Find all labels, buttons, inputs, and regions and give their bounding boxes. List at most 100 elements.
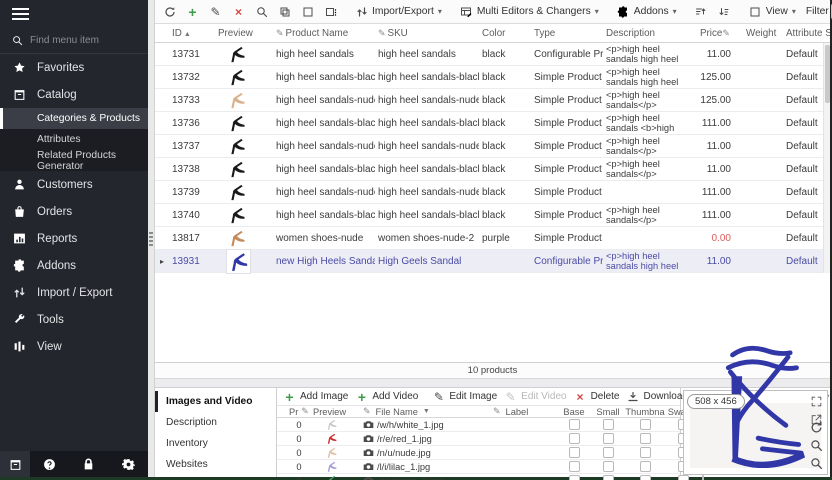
column-header-preview[interactable]: Preview <box>311 407 361 417</box>
image-row[interactable]: ▸ 0 /g/r/green_2.jpg <box>277 474 680 480</box>
product-row[interactable]: ▸ 13740 high heel sandals-black-38 high … <box>155 204 830 227</box>
image-row[interactable]: ▸ 0 /n/u/nude.jpg <box>277 446 680 460</box>
base-checkbox[interactable] <box>569 475 580 480</box>
sidebar-item-favorites[interactable]: Favorites <box>0 54 148 81</box>
base-checkbox[interactable] <box>569 461 580 472</box>
column-header-position[interactable]: Pr✎ <box>287 406 311 417</box>
select-options-button[interactable] <box>320 3 341 20</box>
select-button[interactable] <box>297 3 318 20</box>
rotate-button[interactable] <box>810 421 823 434</box>
sidebar-item-categories-products[interactable]: Categories & Products <box>0 108 148 129</box>
refresh-button[interactable] <box>159 3 180 20</box>
detail-tab[interactable]: Description <box>155 412 276 433</box>
view-menu[interactable]: View ▾ <box>745 3 800 20</box>
thumbnail-checkbox[interactable] <box>640 461 651 472</box>
detail-tab[interactable]: Inventory <box>155 433 276 454</box>
product-row[interactable]: ▸ 13736 high heel sandals-black-36 high … <box>155 112 830 135</box>
small-checkbox[interactable] <box>603 433 614 444</box>
detail-tab[interactable]: Images and Video <box>155 391 276 412</box>
column-header-description[interactable]: Description <box>603 28 697 39</box>
column-header-label[interactable]: ✎Label <box>491 406 557 417</box>
product-row[interactable]: ▸ 13738 high heel sandals-black-37 high … <box>155 158 830 181</box>
column-header-thumbnail[interactable]: Thumbna <box>625 407 665 417</box>
product-row[interactable]: ▸ 13732 high heel sandals-black high hee… <box>155 66 830 89</box>
sidebar-item-addons[interactable]: Addons <box>0 252 148 279</box>
zoom-out-button[interactable] <box>810 457 823 470</box>
grid-scrollbar[interactable] <box>823 43 830 273</box>
column-header-color[interactable]: Color <box>479 28 531 39</box>
column-header-attribute-set[interactable]: Attribute Set Name <box>783 28 830 39</box>
sidebar-item-tools[interactable]: Tools <box>0 306 148 333</box>
small-checkbox[interactable] <box>603 475 614 480</box>
detail-tab[interactable]: Categories <box>155 475 276 480</box>
add-product-button[interactable]: + <box>182 3 203 20</box>
sidebar-item-customers[interactable]: Customers <box>0 171 148 198</box>
base-checkbox[interactable] <box>569 433 580 444</box>
sidebar-item-import-export[interactable]: Import / Export <box>0 279 148 306</box>
multi-editors-menu[interactable]: Multi Editors & Changers ▾ <box>456 3 603 20</box>
fullscreen-button[interactable] <box>810 395 823 408</box>
duplicate-button[interactable] <box>274 3 295 20</box>
sidebar-item-reports[interactable]: Reports <box>0 225 148 252</box>
thumbnail-checkbox[interactable] <box>640 433 651 444</box>
base-checkbox[interactable] <box>569 447 580 458</box>
sort-az-button[interactable] <box>691 3 712 20</box>
base-checkbox[interactable] <box>569 419 580 430</box>
sidebar-item-related-products-generator[interactable]: Related Products Generator <box>0 150 148 171</box>
copy-icon <box>278 5 291 18</box>
addons-menu[interactable]: Addons ▾ <box>613 3 681 20</box>
zoom-in-button[interactable] <box>810 439 823 452</box>
product-row[interactable]: ▸ 13931 new High Heels Sandals High Geel… <box>155 250 830 273</box>
sidebar-item-view[interactable]: View <box>0 333 148 360</box>
sidebar-item-attributes[interactable]: Attributes <box>0 129 148 150</box>
hamburger-menu-button[interactable] <box>0 0 148 28</box>
column-header-id[interactable]: ID▲ <box>169 28 215 39</box>
column-header-small[interactable]: Small <box>591 407 625 417</box>
column-header-file-name[interactable]: ✎File Name▼ <box>361 406 491 417</box>
import-export-menu[interactable]: Import/Export ▾ <box>351 3 446 20</box>
product-row[interactable]: ▸ 13739 high heel sandals-nude-37 high h… <box>155 181 830 204</box>
edit-video-button[interactable]: ✎Edit Video <box>501 388 569 405</box>
product-row[interactable]: ▸ 13733 high heel sandals-nude high heel… <box>155 89 830 112</box>
small-checkbox[interactable] <box>603 461 614 472</box>
delete-product-button[interactable]: × <box>228 3 249 20</box>
search-button[interactable] <box>251 3 272 20</box>
delete-image-button[interactable]: ×Delete <box>571 388 623 405</box>
column-header-price[interactable]: Price✎ <box>697 28 743 39</box>
product-row[interactable]: ▸ 13737 high heel sandals-nude-36 high h… <box>155 135 830 158</box>
column-header-preview[interactable]: Preview <box>215 28 273 39</box>
settings-button[interactable] <box>109 458 148 471</box>
thumbnail-checkbox[interactable] <box>640 419 651 430</box>
detail-tab[interactable]: Websites <box>155 454 276 475</box>
product-row[interactable]: ▸ 13817 women shoes-nude women shoes-nud… <box>155 227 830 250</box>
exclude-checkbox[interactable] <box>702 475 704 480</box>
store-button[interactable] <box>0 451 30 477</box>
thumbnail-checkbox[interactable] <box>640 475 651 480</box>
column-header-type[interactable]: Type <box>531 28 603 39</box>
column-header-sku[interactable]: ✎SKU <box>375 28 479 39</box>
sort-order-button[interactable] <box>714 3 735 20</box>
grid-scrollbar-thumb[interactable] <box>825 45 830 103</box>
add-image-button[interactable]: +Add Image <box>280 388 351 405</box>
small-checkbox[interactable] <box>603 447 614 458</box>
column-header-base[interactable]: Base <box>557 407 591 417</box>
sidebar-item-catalog[interactable]: Catalog <box>0 81 148 108</box>
image-row[interactable]: ▸ 0 /r/e/red_1.jpg <box>277 432 680 446</box>
sidebar-splitter[interactable] <box>148 0 155 477</box>
lock-button[interactable] <box>69 458 108 471</box>
product-row[interactable]: ▸ 13731 high heel sandals high heel sand… <box>155 43 830 66</box>
small-checkbox[interactable] <box>603 419 614 430</box>
column-header-weight[interactable]: Weight <box>743 28 783 39</box>
edit-product-button[interactable]: ✎ <box>205 3 226 20</box>
image-row[interactable]: ▸ 0 /l/i/lilac_1.jpg <box>277 460 680 474</box>
thumbnail-checkbox[interactable] <box>640 447 651 458</box>
column-header-product-name[interactable]: ✎Product Name <box>273 28 375 39</box>
swatch-checkbox[interactable] <box>678 475 689 480</box>
add-video-button[interactable]: +Add Video <box>352 388 421 405</box>
image-row[interactable]: ▸ 0 /w/h/white_1.jpg <box>277 418 680 432</box>
help-button[interactable] <box>30 458 69 471</box>
products-toolbar: + ✎ × Import/Export ▾ Multi Editors & Ch… <box>155 0 830 24</box>
sidebar-item-orders[interactable]: Orders <box>0 198 148 225</box>
edit-image-button[interactable]: ✎Edit Image <box>429 388 500 405</box>
sidebar-search[interactable]: Find menu item <box>0 28 148 54</box>
